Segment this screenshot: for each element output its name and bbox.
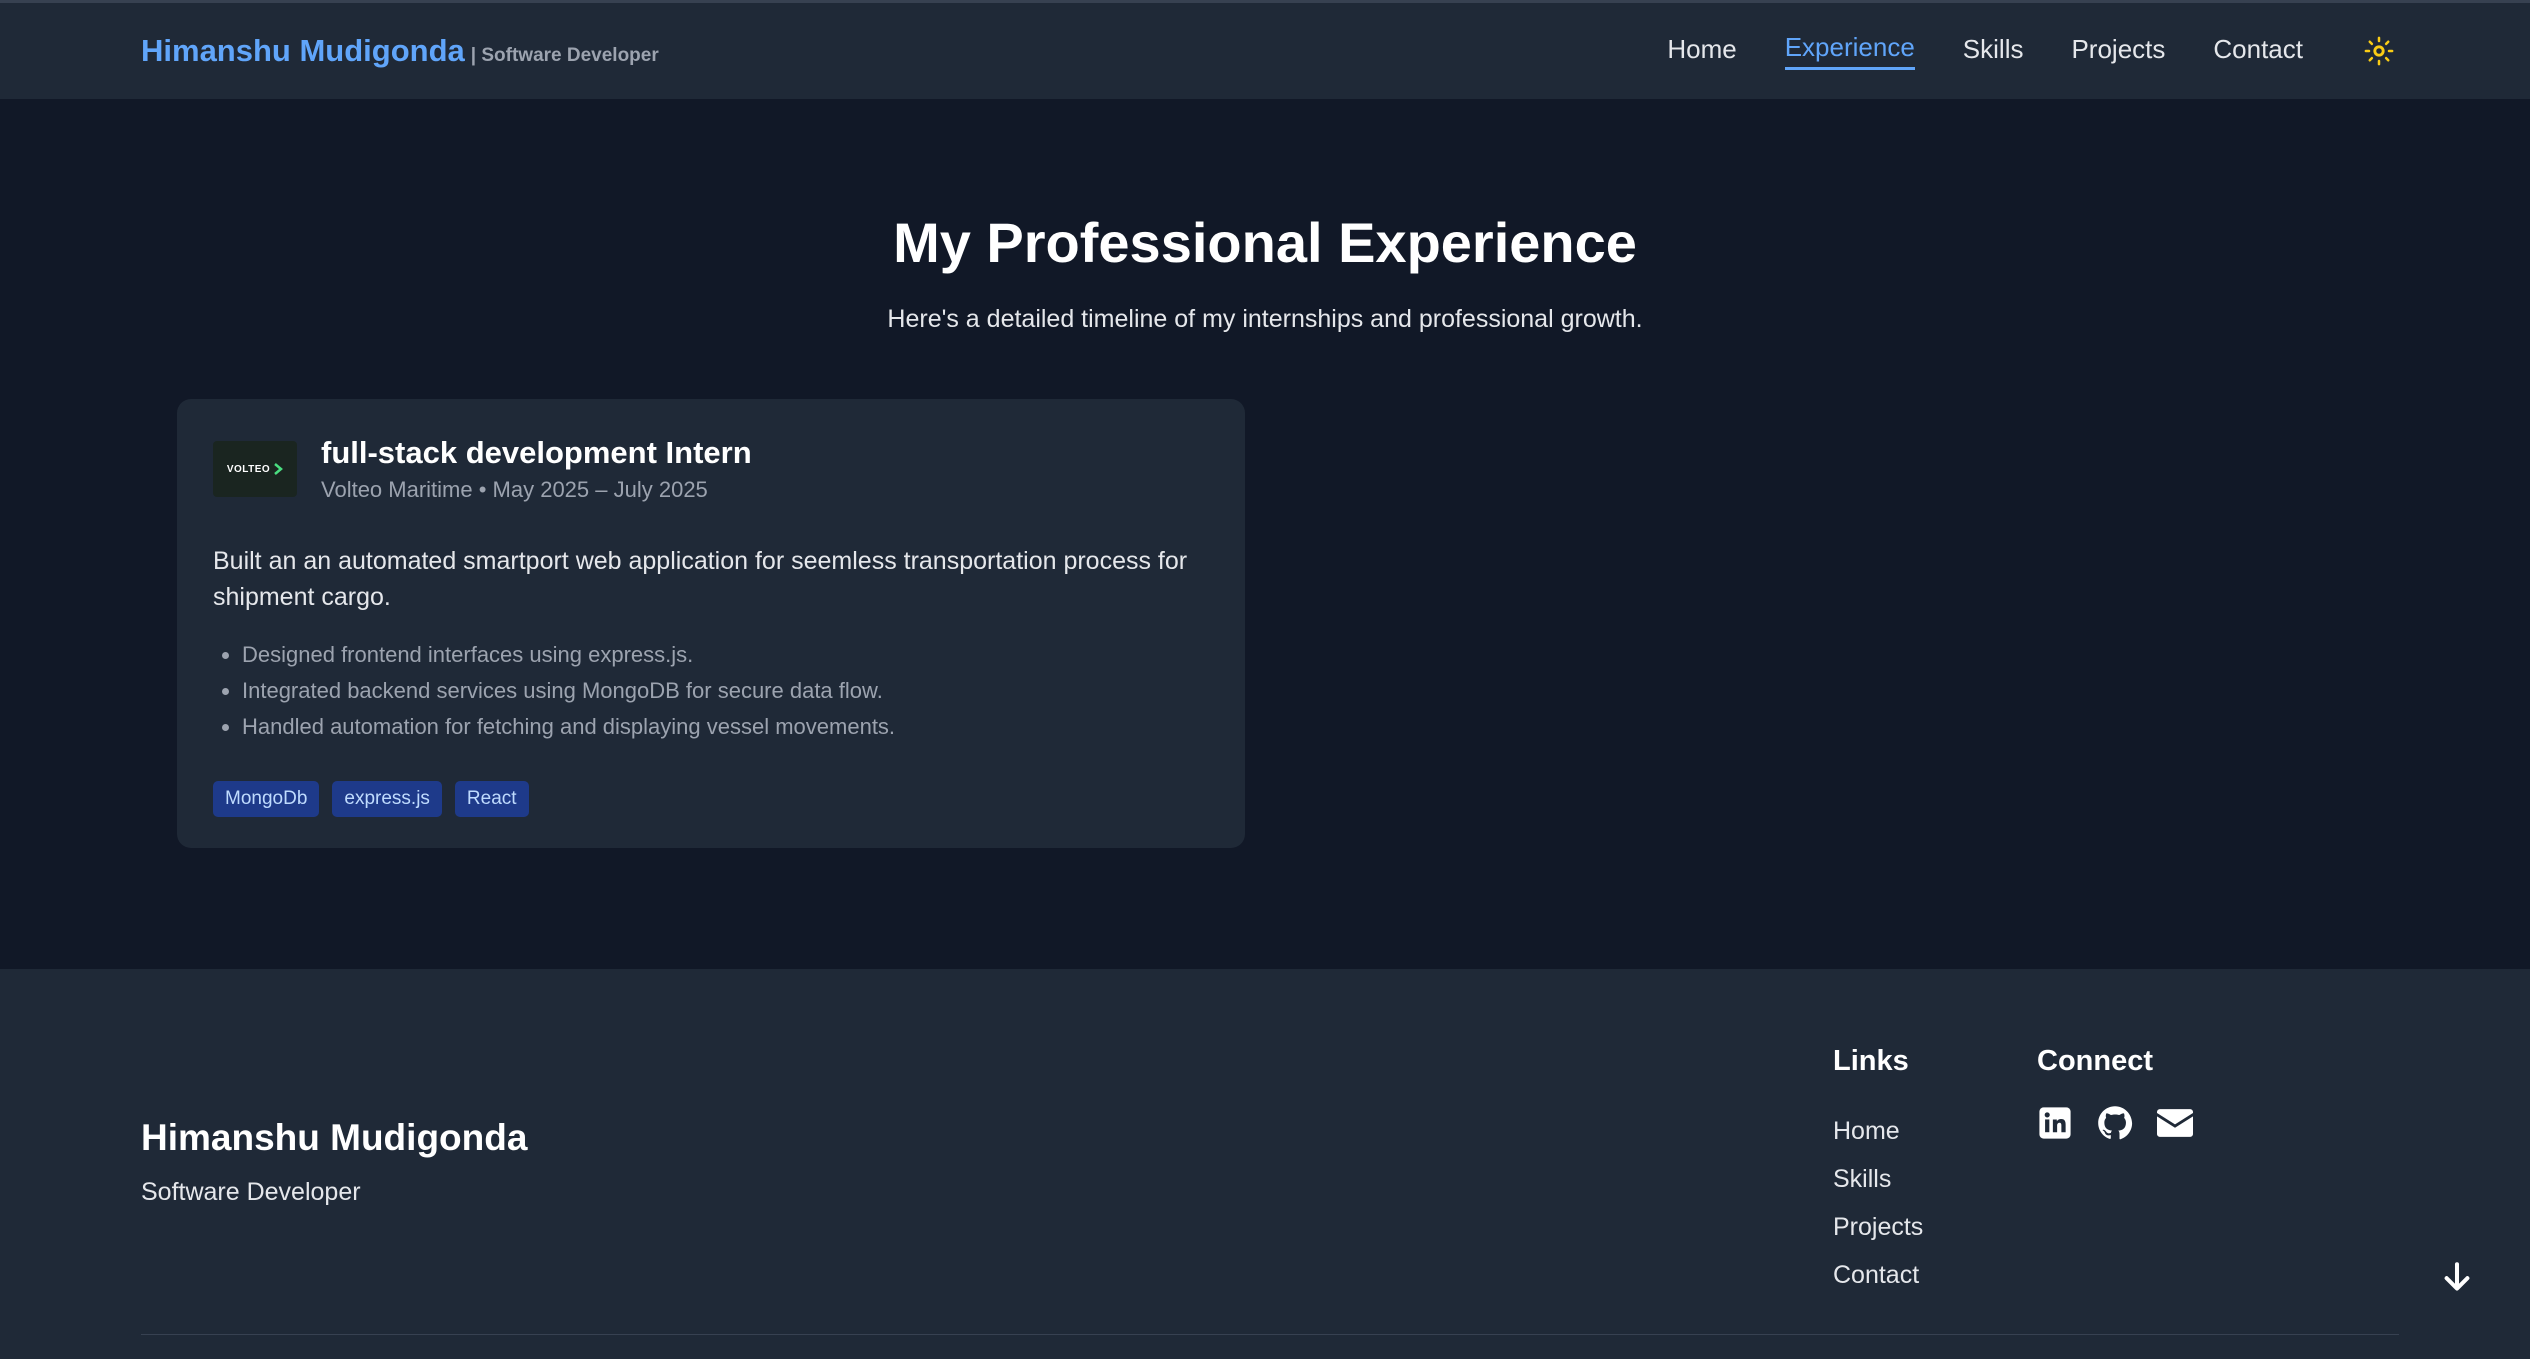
footer: Himanshu Mudigonda Software Developer Li… <box>0 969 2530 1359</box>
navbar: Himanshu Mudigonda | Software Developer … <box>0 0 2530 99</box>
linkedin-link[interactable] <box>2037 1105 2073 1141</box>
page-title: My Professional Experience <box>893 211 1637 274</box>
nav-link-skills[interactable]: Skills <box>1963 34 2024 69</box>
footer-name: Himanshu Mudigonda <box>141 1117 528 1158</box>
github-icon <box>2098 1106 2133 1140</box>
job-meta: Volteo Maritime • May 2025 – July 2025 <box>321 477 708 502</box>
footer-link-projects[interactable]: Projects <box>1833 1203 1923 1251</box>
page-subtitle: Here's a detailed timeline of my interns… <box>887 305 1643 333</box>
nav-link-experience[interactable]: Experience <box>1784 32 1915 70</box>
email-icon <box>2157 1109 2193 1137</box>
theme-toggle-button[interactable] <box>2361 33 2397 69</box>
footer-link-home[interactable]: Home <box>1833 1107 1923 1155</box>
tech-tags: MongoDb express.js React <box>213 781 1209 817</box>
nav-links: Home Experience Skills Projects Contact <box>1667 32 2397 70</box>
scroll-down-button[interactable] <box>2432 1252 2482 1302</box>
chevron-right-icon <box>274 463 284 475</box>
experience-header: VOLTEO full-stack development Intern Vol… <box>213 435 1209 503</box>
tag-expressjs: express.js <box>332 781 442 817</box>
list-item: Designed frontend interfaces using expre… <box>242 637 1209 673</box>
tag-react: React <box>454 781 529 817</box>
company-logo-text: VOLTEO <box>226 463 271 475</box>
nav-link-projects[interactable]: Projects <box>2071 34 2165 69</box>
list-item: Integrated backend services using MongoD… <box>242 673 1209 709</box>
social-links <box>2037 1105 2193 1141</box>
nav-link-contact[interactable]: Contact <box>2213 34 2303 69</box>
job-description: Built an an automated smartport web appl… <box>213 547 1188 611</box>
experience-card: VOLTEO full-stack development Intern Vol… <box>177 399 1245 848</box>
github-link[interactable] <box>2097 1105 2133 1141</box>
email-link[interactable] <box>2157 1105 2193 1141</box>
nav-link-home[interactable]: Home <box>1667 34 1736 69</box>
company-logo: VOLTEO <box>213 441 297 497</box>
brand-name[interactable]: Himanshu Mudigonda <box>141 33 465 69</box>
job-bullets: Designed frontend interfaces using expre… <box>213 637 1209 745</box>
footer-connect-title: Connect <box>2037 1045 2153 1077</box>
job-title: full-stack development Intern <box>321 435 752 470</box>
footer-role: Software Developer <box>141 1178 361 1206</box>
arrow-down-icon <box>2444 1262 2470 1291</box>
brand[interactable]: Himanshu Mudigonda | Software Developer <box>141 33 659 69</box>
footer-link-skills[interactable]: Skills <box>1833 1155 1923 1203</box>
footer-link-contact[interactable]: Contact <box>1833 1251 1923 1299</box>
list-item: Handled automation for fetching and disp… <box>242 709 1209 745</box>
tag-mongodb: MongoDb <box>213 781 320 817</box>
brand-role: | Software Developer <box>470 45 659 66</box>
footer-links-title: Links <box>1833 1045 1909 1077</box>
footer-divider <box>141 1334 2399 1335</box>
sun-icon <box>2364 36 2394 66</box>
footer-links: Home Skills Projects Contact <box>1833 1107 1923 1299</box>
linkedin-icon <box>2039 1107 2071 1139</box>
